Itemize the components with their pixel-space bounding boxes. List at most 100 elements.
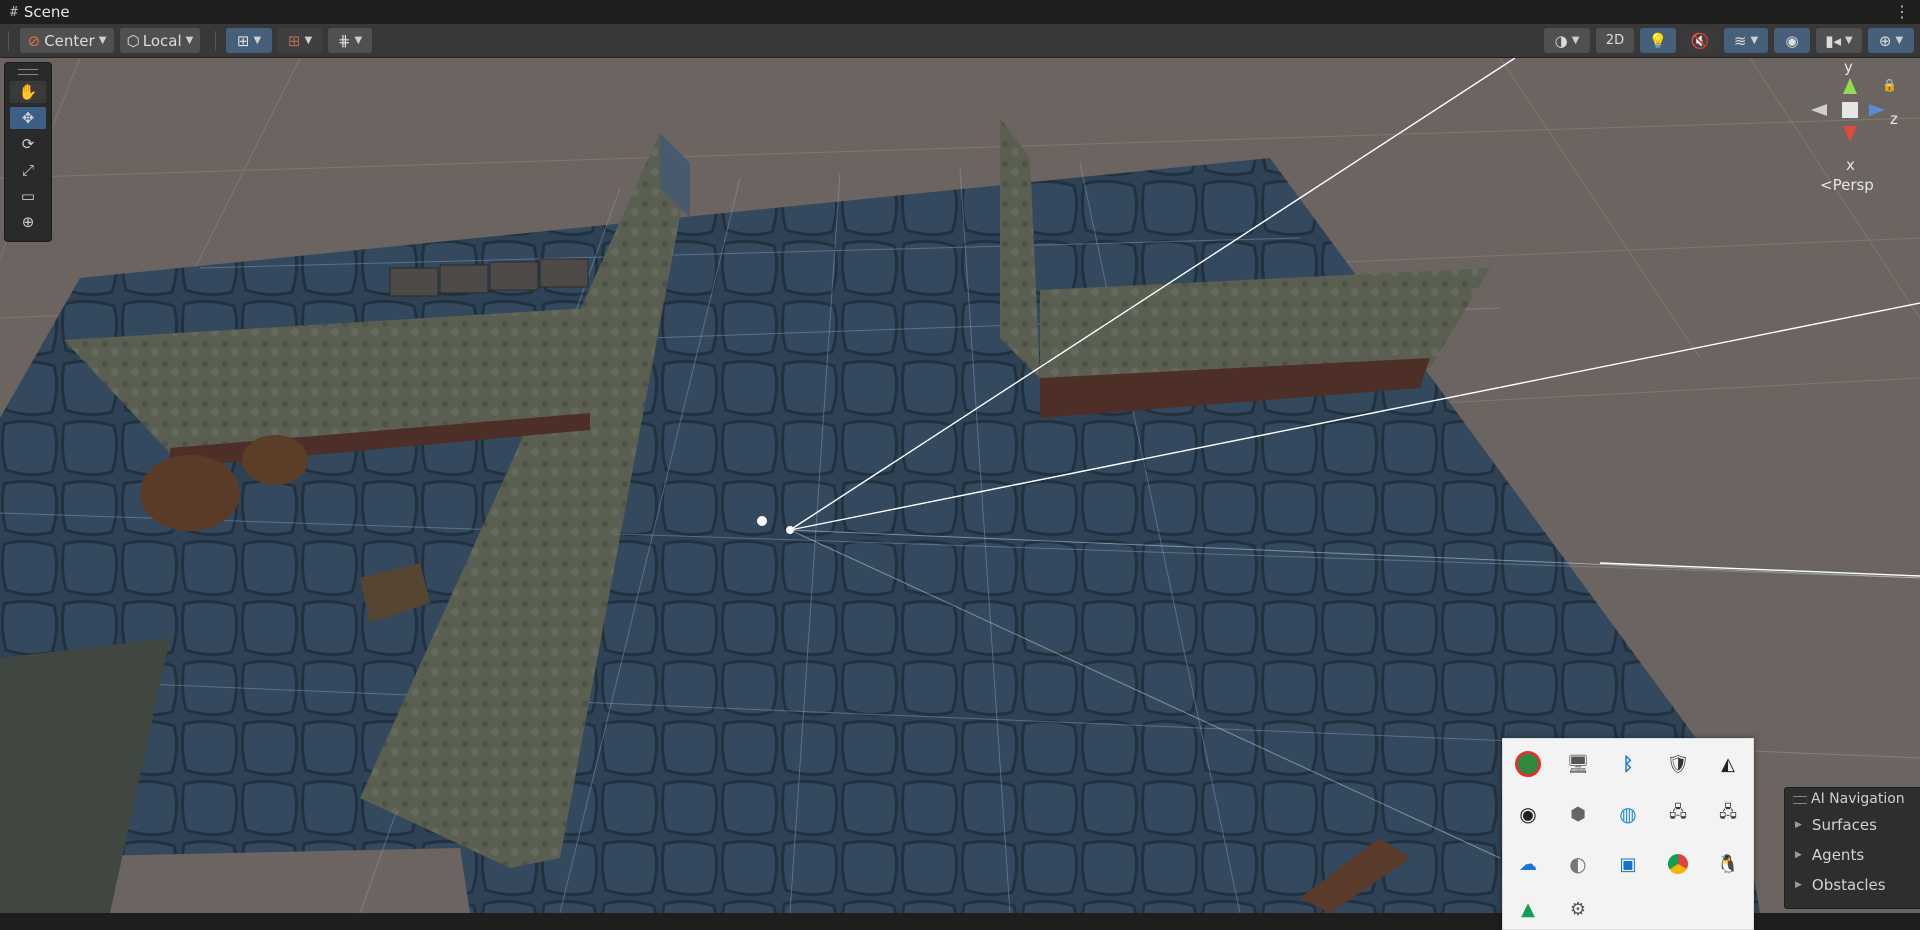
lock-icon[interactable]: 🔒 [1882, 78, 1897, 92]
chevron-down-icon: ▼ [253, 35, 262, 46]
pivot-label: Center [44, 31, 95, 50]
chrome-icon[interactable] [1663, 849, 1693, 879]
network-icon-2[interactable]: 🖧 [1713, 799, 1743, 829]
ai-nav-item-surfaces[interactable]: ▶ Surfaces [1785, 810, 1920, 840]
lighting-toggle[interactable]: 💡 [1640, 28, 1676, 53]
scene-tab[interactable]: # Scene [0, 0, 80, 24]
display-icon[interactable]: 🖥 [1563, 749, 1593, 779]
scene-tab-label: Scene [23, 3, 70, 21]
more-options-icon[interactable]: ⋮ [1894, 2, 1910, 21]
speaker-muted-icon: 🔇 [1690, 31, 1710, 50]
cube-icon[interactable]: ⬢ [1563, 799, 1593, 829]
increment-snap-icon: ⊞ [287, 31, 301, 50]
grid-icon: # [10, 4, 18, 20]
draw-mode-dropdown[interactable]: ◑ ▼ [1544, 28, 1590, 53]
sound-icon[interactable]: ◭ [1713, 749, 1743, 779]
increment-snap-toggle[interactable]: ⊞ ▼ [278, 28, 322, 53]
scene-tab-bar: # Scene ⋮ [0, 0, 1920, 24]
ai-nav-item-label: Agents [1811, 846, 1865, 864]
gizmo-icon: ⊕ [1878, 31, 1892, 50]
effects-dropdown[interactable]: ≋ ▼ [1724, 28, 1768, 53]
grid-visibility-toggle[interactable]: ⋕ ▼ [328, 28, 372, 53]
local-space-icon: ⬡ [126, 31, 140, 50]
scene-toolbar: ⊘ Center ▼ ⬡ Local ▼ ⊞ ▼ ⊞ ▼ ⋕ ▼ ◑ ▼ 2D … [0, 24, 1920, 58]
gizmo-y-label: y [1844, 58, 1853, 76]
onedrive-icon[interactable]: ☁ [1513, 849, 1543, 879]
ai-nav-item-label: Obstacles [1811, 876, 1886, 894]
bluetooth-icon[interactable]: ᛒ [1613, 749, 1643, 779]
chevron-down-icon: ▼ [304, 35, 313, 46]
drag-handle[interactable] [18, 69, 38, 75]
gizmo-z-label: z [1890, 110, 1898, 128]
chevron-down-icon: ▼ [1895, 35, 1904, 46]
sync-icon[interactable]: ◉ [1513, 799, 1543, 829]
chevron-down-icon: ▼ [354, 35, 363, 46]
projection-toggle[interactable]: <Persp [1820, 176, 1874, 194]
ai-nav-item-obstacles[interactable]: ▶ Obstacles [1785, 870, 1920, 900]
rect-icon: ▭ [20, 187, 36, 205]
hand-tool-button[interactable]: ✋ [10, 81, 46, 103]
chevron-down-icon: ▼ [185, 35, 194, 46]
space-dropdown[interactable]: ⬡ Local ▼ [120, 28, 200, 53]
ai-navigation-header[interactable]: AI Navigation [1785, 788, 1920, 810]
toolbar-divider [8, 31, 9, 51]
layers-icon: ≋ [1733, 31, 1747, 50]
rotate-icon: ⟳ [21, 135, 35, 153]
transform-tool-button[interactable]: ⊕ [10, 211, 46, 233]
pivot-dropdown[interactable]: ⊘ Center ▼ [20, 28, 114, 53]
camera-dropdown[interactable]: ▮◂ ▼ [1816, 28, 1862, 53]
expand-arrow-icon[interactable]: ▶ [1795, 820, 1802, 830]
network-icon[interactable]: 🖧 [1663, 799, 1693, 829]
gizmos-dropdown[interactable]: ⊕ ▼ [1868, 28, 1914, 53]
transform-icon: ⊕ [21, 213, 35, 231]
expand-arrow-icon[interactable]: ▶ [1795, 850, 1802, 860]
system-tray-overflow: 🖥 ᛒ 🛡 ◭ ◉ ⬢ ◍ 🖧 🖧 ☁ ◐ ▣ 🐧 ▲ ⚙ [1502, 738, 1754, 930]
selected-object-gizmo [786, 526, 794, 534]
scene-visibility-toggle[interactable]: ◉ [1774, 28, 1810, 53]
pivot-icon: ⊘ [27, 31, 41, 50]
lightbulb-icon: 💡 [1648, 31, 1668, 50]
shaded-sphere-icon: ◑ [1554, 31, 1568, 50]
monitor-icon[interactable]: ▣ [1613, 849, 1643, 879]
chevron-left-icon: < [1820, 176, 1833, 194]
expand-arrow-icon[interactable]: ▶ [1795, 880, 1802, 890]
drag-handle[interactable] [1793, 796, 1807, 804]
camera-icon: ▮◂ [1825, 31, 1842, 50]
gizmo-x-label: x [1846, 156, 1855, 174]
grid-snap-toggle[interactable]: ⊞ ▼ [226, 28, 272, 53]
chevron-down-icon: ▼ [1750, 35, 1759, 46]
chevron-down-icon: ▼ [1571, 35, 1580, 46]
chevron-down-icon: ▼ [1845, 35, 1853, 46]
tools-overlay: ✋ ✥ ⟳ ⤢ ▭ ⊕ [4, 62, 52, 242]
grid-visibility-icon: ⋕ [337, 31, 351, 50]
wall-right [1000, 118, 1040, 378]
move-icon: ✥ [21, 109, 35, 127]
toggle-2d-label: 2D [1605, 33, 1625, 48]
gear-icon[interactable]: ⚙ [1563, 894, 1593, 924]
ai-nav-item-agents[interactable]: ▶ Agents [1785, 840, 1920, 870]
edge-icon[interactable]: ◍ [1613, 799, 1643, 829]
ai-navigation-title: AI Navigation [1811, 791, 1905, 807]
projection-label: Persp [1832, 176, 1874, 194]
light-gizmo [757, 516, 767, 526]
scale-tool-button[interactable]: ⤢ [10, 159, 46, 181]
grid-snap-icon: ⊞ [236, 31, 250, 50]
app-icon[interactable] [1513, 749, 1543, 779]
rect-tool-button[interactable]: ▭ [10, 185, 46, 207]
toolbar-divider [215, 31, 216, 51]
drive-icon[interactable]: ▲ [1513, 894, 1543, 924]
security-shield-icon[interactable]: 🛡 [1663, 749, 1693, 779]
rotate-tool-button[interactable]: ⟳ [10, 133, 46, 155]
steam-icon[interactable]: ◐ [1563, 849, 1593, 879]
eye-hidden-icon: ◉ [1785, 31, 1799, 50]
chevron-down-icon: ▼ [98, 35, 107, 46]
toggle-2d-button[interactable]: 2D [1596, 28, 1634, 53]
scale-icon: ⤢ [21, 161, 34, 179]
ai-nav-item-label: Surfaces [1811, 816, 1877, 834]
ai-navigation-overlay: AI Navigation ▶ Surfaces ▶ Agents ▶ Obst… [1784, 787, 1920, 909]
mascot-icon[interactable]: 🐧 [1713, 849, 1743, 879]
move-tool-button[interactable]: ✥ [10, 107, 46, 129]
space-label: Local [142, 31, 182, 50]
audio-toggle[interactable]: 🔇 [1682, 28, 1718, 53]
hand-icon: ✋ [18, 83, 38, 101]
